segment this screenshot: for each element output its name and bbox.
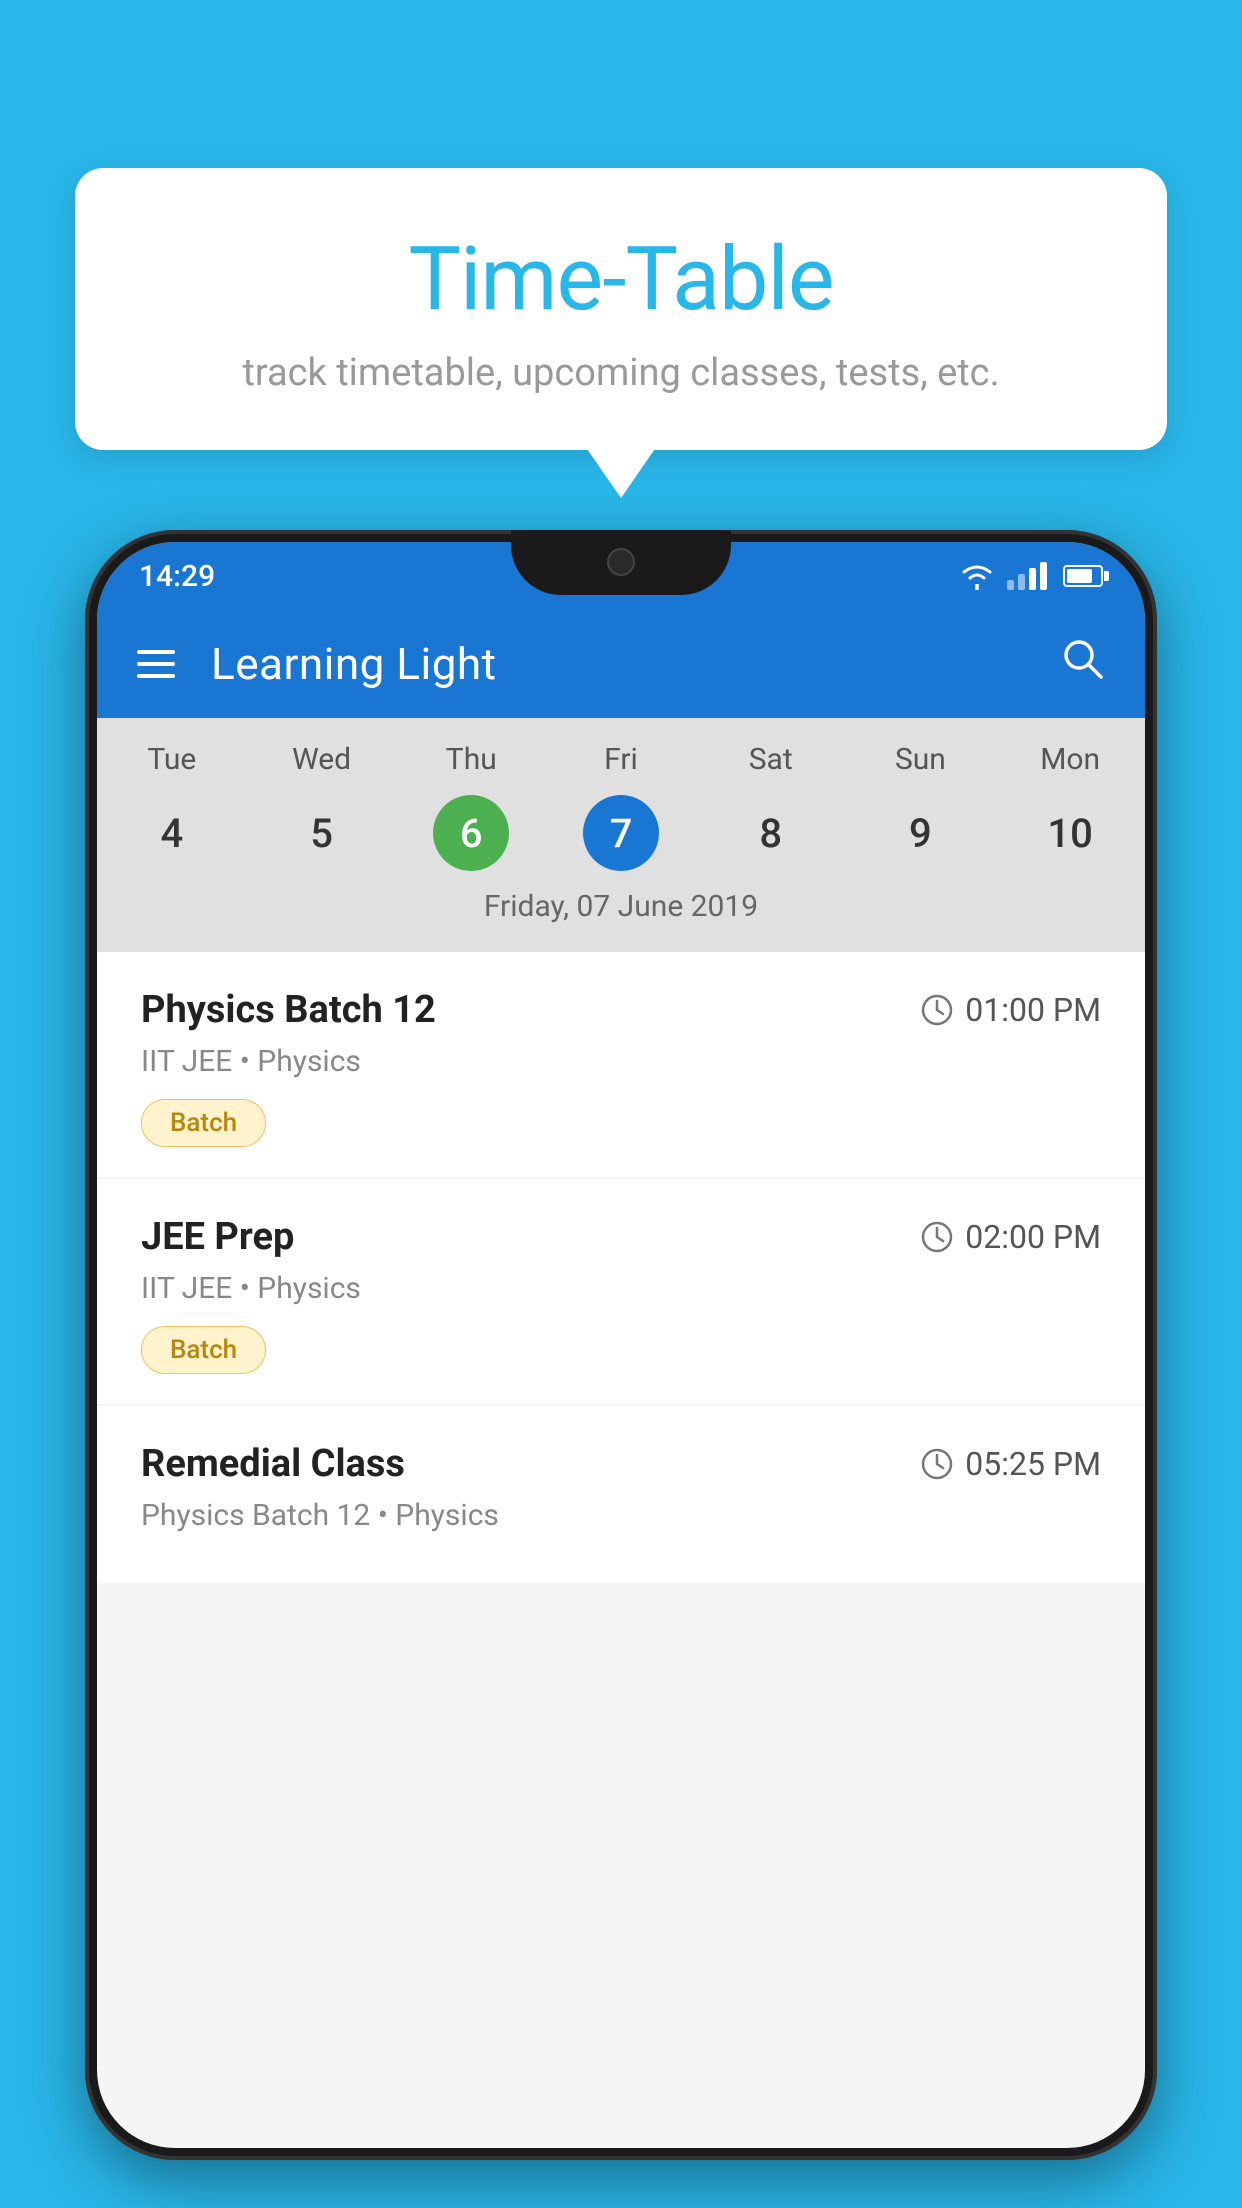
tooltip-card: Time-Table track timetable, upcoming cla… (75, 168, 1167, 450)
schedule-item-1-title: Physics Batch 12 (141, 988, 436, 1032)
phone-screen: 14:29 (97, 542, 1145, 2148)
tooltip-title: Time-Table (145, 228, 1097, 331)
status-icons (959, 562, 1103, 590)
calendar-day-5[interactable]: 5 (247, 793, 397, 873)
clock-icon-3 (921, 1448, 953, 1480)
day-header-sun: Sun (846, 742, 996, 777)
schedule-item-2-time: 02:00 PM (921, 1218, 1101, 1256)
schedule-item-2[interactable]: JEE Prep 02:00 PM IIT JEE • Physics Batc… (97, 1179, 1145, 1404)
calendar-day-4[interactable]: 4 (97, 793, 247, 873)
schedule-item-1-meta: IIT JEE • Physics (141, 1044, 1101, 1079)
schedule-item-1[interactable]: Physics Batch 12 01:00 PM IIT JEE • Phys… (97, 952, 1145, 1177)
day-header-thu: Thu (396, 742, 546, 777)
app-bar: Learning Light (97, 610, 1145, 718)
phone-frame: 14:29 (85, 530, 1157, 2160)
schedule-item-2-header: JEE Prep 02:00 PM (141, 1215, 1101, 1259)
calendar-day-7-selected[interactable]: 7 (583, 795, 659, 871)
schedule-item-3[interactable]: Remedial Class 05:25 PM Physics Batch 12… (97, 1406, 1145, 1583)
phone-mockup: 14:29 (85, 530, 1157, 2208)
app-bar-title: Learning Light (211, 638, 1023, 690)
day-headers: Tue Wed Thu Fri Sat Sun Mon (97, 742, 1145, 777)
day-header-wed: Wed (247, 742, 397, 777)
camera (607, 548, 635, 576)
schedule-item-3-meta: Physics Batch 12 • Physics (141, 1498, 1101, 1533)
schedule-item-1-header: Physics Batch 12 01:00 PM (141, 988, 1101, 1032)
schedule-item-2-title: JEE Prep (141, 1215, 294, 1259)
schedule-list: Physics Batch 12 01:00 PM IIT JEE • Phys… (97, 952, 1145, 1585)
selected-date-label: Friday, 07 June 2019 (97, 873, 1145, 932)
schedule-item-3-title: Remedial Class (141, 1442, 405, 1486)
phone-notch (511, 530, 731, 595)
schedule-item-3-time: 05:25 PM (921, 1445, 1101, 1483)
battery-icon (1063, 565, 1103, 587)
wifi-icon (959, 562, 995, 590)
calendar-strip: Tue Wed Thu Fri Sat Sun Mon 4 5 6 7 8 9 … (97, 718, 1145, 952)
clock-icon-2 (921, 1221, 953, 1253)
calendar-day-9[interactable]: 9 (846, 793, 996, 873)
day-numbers: 4 5 6 7 8 9 10 (97, 793, 1145, 873)
calendar-day-6-today[interactable]: 6 (433, 795, 509, 871)
menu-icon[interactable] (137, 650, 175, 678)
day-header-mon: Mon (995, 742, 1145, 777)
clock-icon (921, 994, 953, 1026)
day-header-tue: Tue (97, 742, 247, 777)
signal-bars-icon (1007, 562, 1047, 590)
day-header-sat: Sat (696, 742, 846, 777)
calendar-day-10[interactable]: 10 (995, 793, 1145, 873)
search-button[interactable] (1059, 635, 1105, 693)
status-time: 14:29 (139, 559, 215, 594)
day-header-fri: Fri (546, 742, 696, 777)
schedule-item-2-meta: IIT JEE • Physics (141, 1271, 1101, 1306)
schedule-item-1-time: 01:00 PM (921, 991, 1101, 1029)
tooltip-subtitle: track timetable, upcoming classes, tests… (145, 351, 1097, 395)
calendar-day-8[interactable]: 8 (696, 793, 846, 873)
schedule-item-1-badge: Batch (141, 1099, 266, 1147)
schedule-item-3-header: Remedial Class 05:25 PM (141, 1442, 1101, 1486)
schedule-item-2-badge: Batch (141, 1326, 266, 1374)
